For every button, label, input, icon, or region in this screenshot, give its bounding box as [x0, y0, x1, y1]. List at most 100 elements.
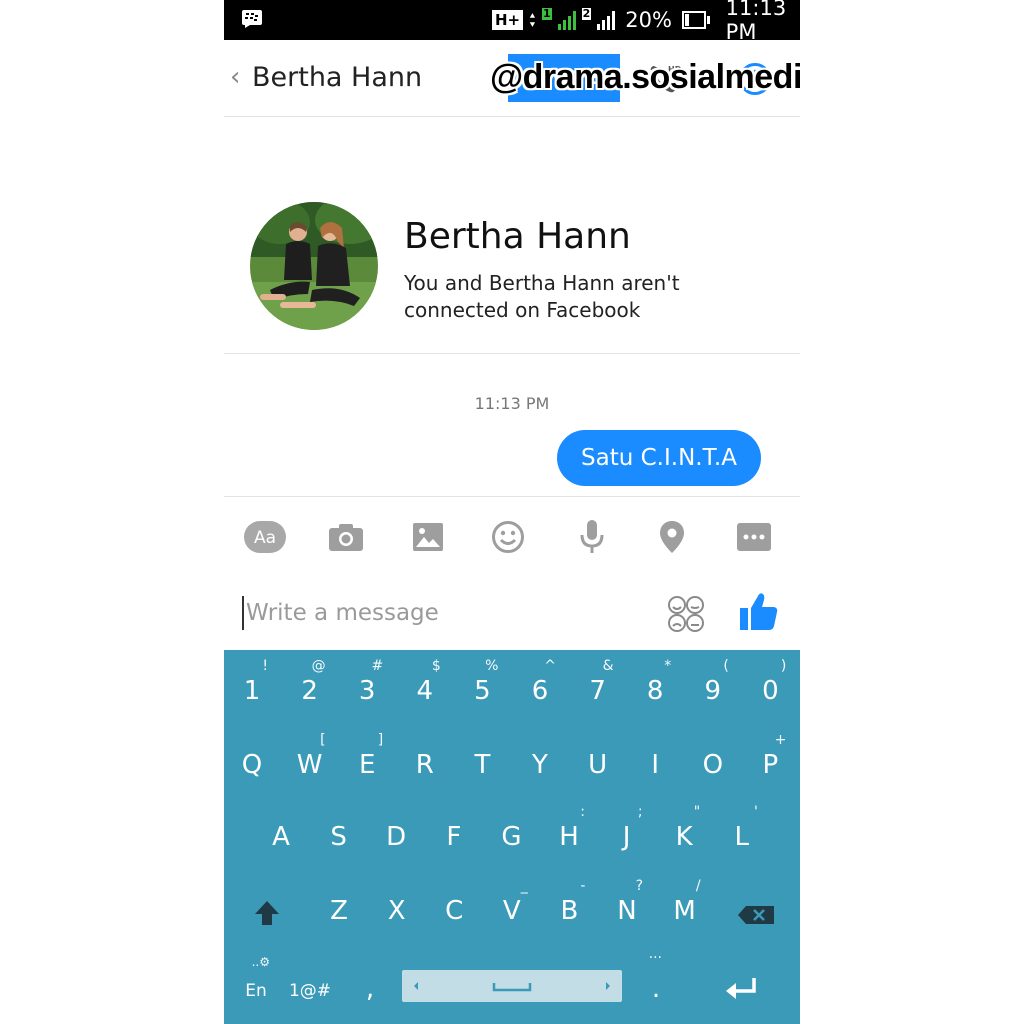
key-z[interactable]: Z	[311, 870, 367, 930]
composer-toolbar: Aa	[224, 496, 800, 577]
key-label: 8	[646, 676, 664, 706]
location-icon[interactable]	[652, 519, 692, 555]
key-h[interactable]: :H	[541, 796, 597, 856]
language-key[interactable]: ..⚙ En	[228, 944, 284, 1004]
key-label: L	[734, 822, 750, 852]
battery-percent: 20%	[625, 8, 672, 32]
more-icon[interactable]	[734, 519, 774, 555]
key-l[interactable]: ' L	[714, 796, 770, 856]
language-key-alt: ..⚙	[251, 955, 270, 969]
space-key[interactable]	[402, 970, 622, 1002]
space-icon	[414, 982, 610, 992]
key-alt-label: "	[693, 804, 701, 820]
key-label: J	[622, 822, 631, 852]
key-label: R	[415, 750, 434, 780]
keyboard-number-row: ! 1 @2 #3 $4% 5 ^ 6 & 7 * 8(9) 0	[224, 650, 800, 710]
key-b[interactable]: -B	[541, 870, 597, 930]
key-label: E	[358, 750, 376, 780]
key-o[interactable]: O	[685, 724, 741, 784]
key-7[interactable]: & 7	[570, 650, 626, 710]
key-v[interactable]: _ V	[484, 870, 540, 930]
key-3[interactable]: #3	[339, 650, 395, 710]
key-alt-label: @	[311, 658, 326, 674]
key-2[interactable]: @2	[282, 650, 338, 710]
key-t[interactable]: T	[454, 724, 510, 784]
backspace-icon[interactable]	[738, 906, 774, 924]
key-c[interactable]: C	[426, 870, 482, 930]
key-d[interactable]: D	[368, 796, 424, 856]
key-a[interactable]: A	[253, 796, 309, 856]
key-x[interactable]: X	[369, 870, 425, 930]
key-e[interactable]: ] E	[339, 724, 395, 784]
key-y[interactable]: Y	[512, 724, 568, 784]
key-label: I	[651, 750, 660, 780]
emoji-icon[interactable]	[488, 519, 528, 555]
key-w[interactable]: [W	[282, 724, 338, 784]
microphone-icon[interactable]	[572, 519, 612, 555]
key-alt-label: )	[780, 658, 787, 674]
emoticons-icon[interactable]	[666, 594, 706, 634]
key-i[interactable]: I	[627, 724, 683, 784]
network-indicators: H+ 1 2 20% 11:13 PM	[492, 0, 800, 44]
messenger-screen: H+ 1 2 20% 11:13 PM ‹ Bertha Hann INVITE…	[224, 0, 800, 1024]
status-bar: H+ 1 2 20% 11:13 PM	[224, 0, 800, 44]
key-alt-label: ]	[377, 732, 384, 748]
period-key[interactable]: ... .	[628, 944, 684, 1004]
camera-icon[interactable]	[326, 519, 366, 555]
key-label: W	[296, 750, 323, 780]
key-1[interactable]: ! 1	[224, 650, 280, 710]
key-alt-label: [	[320, 732, 326, 748]
text-format-icon[interactable]: Aa	[244, 519, 286, 555]
message-input[interactable]	[246, 594, 646, 632]
enter-icon[interactable]	[726, 978, 758, 1000]
avatar[interactable]	[250, 202, 378, 330]
keyboard-z-row: Z X C _ V - B? N / M	[224, 870, 800, 930]
key-9[interactable]: (9	[685, 650, 741, 710]
key-g[interactable]: G	[483, 796, 539, 856]
key-alt-label: ^	[544, 658, 556, 674]
key-0[interactable]: ) 0	[742, 650, 798, 710]
key-label: S	[330, 822, 347, 852]
key-label: G	[501, 822, 522, 852]
key-label: 4	[416, 676, 434, 706]
symbols-key[interactable]: 1@#	[282, 944, 338, 1004]
key-s[interactable]: S	[311, 796, 367, 856]
key-6[interactable]: ^ 6	[512, 650, 568, 710]
key-label: 1	[243, 676, 261, 706]
data-arrows-icon	[529, 13, 536, 27]
keyboard-a-row: A S D F G : H; J " K ' L	[224, 796, 800, 856]
status-time: 11:13 PM	[725, 0, 787, 44]
key-q[interactable]: Q	[224, 724, 280, 784]
key-u[interactable]: U	[570, 724, 626, 784]
key-label: 6	[531, 676, 549, 706]
thumbs-up-icon[interactable]	[738, 590, 780, 632]
key-label: V	[502, 896, 521, 926]
comma-key[interactable]: ,	[342, 944, 398, 1004]
key-alt-label: !	[262, 658, 268, 674]
key-p[interactable]: + P	[742, 724, 798, 784]
key-k[interactable]: " K	[656, 796, 712, 856]
key-5[interactable]: % 5	[454, 650, 510, 710]
key-n[interactable]: ? N	[599, 870, 655, 930]
chevron-left-icon[interactable]: ‹	[230, 62, 240, 92]
key-label: 7	[589, 676, 606, 706]
image-icon[interactable]	[408, 519, 448, 555]
key-label: T	[474, 750, 491, 780]
key-m[interactable]: / M	[657, 870, 713, 930]
key-r[interactable]: R	[397, 724, 453, 784]
header-contact-name[interactable]: Bertha Hann	[252, 62, 422, 93]
key-alt-label: (	[723, 658, 729, 674]
key-alt-label: *	[664, 658, 672, 674]
key-f[interactable]: F	[426, 796, 482, 856]
key-label: B	[560, 896, 579, 926]
shift-icon[interactable]	[254, 900, 280, 926]
connection-status-text: You and Bertha Hann aren't connected on …	[404, 271, 680, 322]
sent-message-bubble[interactable]: Satu C.I.N.T.A	[557, 430, 761, 486]
key-alt-label: $	[431, 658, 441, 674]
key-8[interactable]: * 8	[627, 650, 683, 710]
key-4[interactable]: $4	[397, 650, 453, 710]
symbols-key-label: 1@#	[288, 981, 332, 1001]
key-label: 9	[704, 676, 722, 706]
key-j[interactable]: ; J	[599, 796, 655, 856]
signal-sim1-icon	[557, 10, 576, 30]
